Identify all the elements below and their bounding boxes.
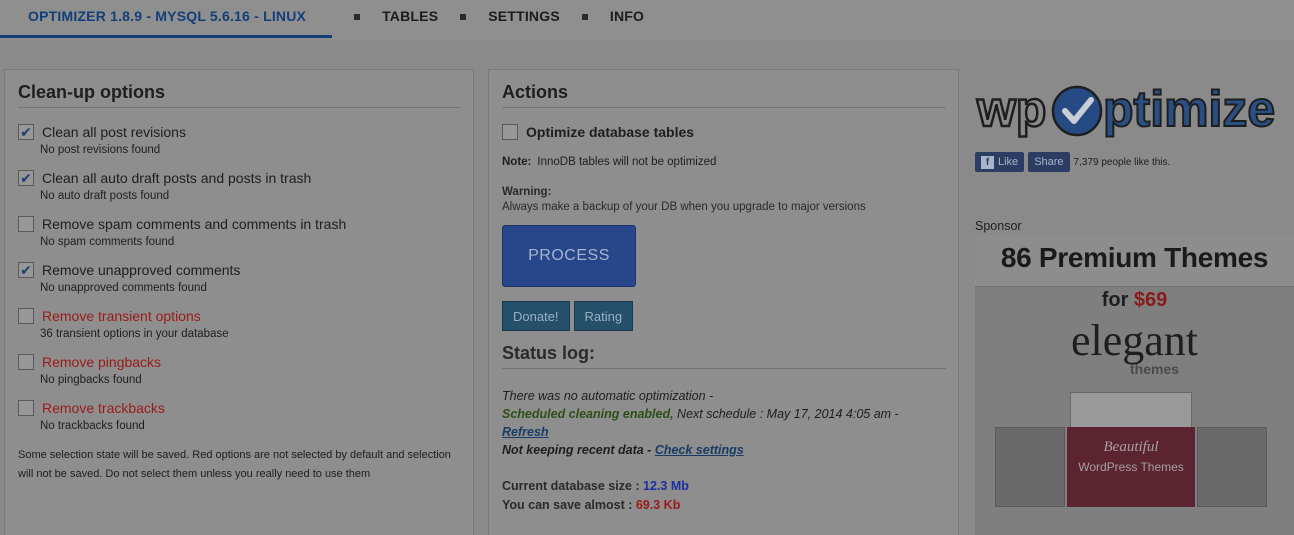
optimize-tables-label[interactable]: Optimize database tables <box>526 124 694 140</box>
option-spam-comments: Remove spam comments and comments in tra… <box>18 214 461 248</box>
note-label: Note: <box>502 156 532 168</box>
ad-price: $69 <box>1133 289 1168 311</box>
sponsor-ad[interactable]: 86 Premium Themes for $69 elegant themes… <box>975 236 1294 535</box>
checkbox-unapproved-comments[interactable]: ✔ <box>18 262 34 278</box>
nav-separator <box>581 14 588 20</box>
ad-banner-line1: Beautiful <box>1103 439 1159 455</box>
warning-text: Always make a backup of your DB when you… <box>502 201 866 213</box>
tab-settings[interactable]: SETTINGS <box>488 0 560 40</box>
db-size-label: Current database size : <box>502 479 644 493</box>
option-label[interactable]: Clean all post revisions <box>42 124 186 140</box>
option-status: No spam comments found <box>40 236 175 248</box>
note-text: InnoDB tables will not be optimized <box>537 156 717 168</box>
like-label: Like <box>998 156 1019 168</box>
checkbox-transient[interactable] <box>18 308 34 324</box>
checkbox-post-revisions[interactable]: ✔ <box>18 124 34 140</box>
checkbox-optimize-tables[interactable] <box>502 124 518 140</box>
wp-optimize-logo: wp ptimize <box>975 80 1276 138</box>
option-trackbacks: Remove trackbacks No trackbacks found <box>18 398 461 432</box>
option-auto-drafts: ✔ Clean all auto draft posts and posts i… <box>18 168 461 202</box>
tab-tables[interactable]: TABLES <box>382 0 438 40</box>
cleanup-options-list: ✔ Clean all post revisions No post revis… <box>18 122 461 432</box>
secondary-buttons: Donate! Rating <box>502 301 946 331</box>
process-button[interactable]: PROCESS <box>502 225 636 287</box>
option-label[interactable]: Remove trackbacks <box>42 400 165 416</box>
option-status: No auto draft posts found <box>40 190 170 202</box>
schedule-enabled: Scheduled cleaning enabled, <box>502 407 674 421</box>
checkbox-pingbacks[interactable] <box>18 354 34 370</box>
option-unapproved-comments: ✔ Remove unapproved comments No unapprov… <box>18 260 461 294</box>
option-status: No post revisions found <box>40 144 161 156</box>
actions-title: Actions <box>502 82 946 108</box>
logo-check-circle <box>1051 85 1103 137</box>
actions-panel: Actions Optimize database tables Note: In… <box>488 69 959 535</box>
next-schedule: Next schedule : May 17, 2014 4:05 am - <box>673 407 899 421</box>
check-settings-link[interactable]: Check settings <box>655 443 744 457</box>
ad-brand: elegant <box>1070 316 1199 365</box>
status-log-title: Status log: <box>502 343 946 369</box>
ad-for-text: for <box>1101 289 1134 311</box>
option-label[interactable]: Remove pingbacks <box>42 354 161 370</box>
checkbox-trackbacks[interactable] <box>18 400 34 416</box>
cleanup-panel: Clean-up options ✔ Clean all post revisi… <box>4 69 474 535</box>
ad-body: for $69 elegant themes Beautiful WordPre… <box>975 286 1294 535</box>
donate-button[interactable]: Donate! <box>502 301 570 331</box>
status-log: There was no automatic optimization - Sc… <box>502 387 946 459</box>
facebook-icon: f <box>981 155 994 169</box>
checkbox-auto-drafts[interactable]: ✔ <box>18 170 34 186</box>
option-label[interactable]: Remove transient options <box>42 308 201 324</box>
logo-optimize-text: ptimize <box>1103 81 1275 137</box>
facebook-share-button[interactable]: Share <box>1028 152 1070 172</box>
warning-label: Warning: <box>502 186 552 198</box>
option-status: No trackbacks found <box>40 420 145 432</box>
database-size-info: Current database size : 12.3 Mb You can … <box>502 477 946 515</box>
tab-optimizer[interactable]: OPTIMIZER 1.8.9 - MYSQL 5.6.16 - LINUX <box>0 0 333 38</box>
ad-banner-line2: WordPress Themes <box>1078 460 1184 474</box>
save-value: 69.3 Kb <box>635 498 681 512</box>
option-label[interactable]: Clean all auto draft posts and posts in … <box>42 170 311 186</box>
nav-separator <box>354 14 361 20</box>
option-status: No pingbacks found <box>40 374 142 386</box>
option-label[interactable]: Remove unapproved comments <box>42 262 240 278</box>
innodb-note: Note: InnoDB tables will not be optimized <box>502 156 946 168</box>
option-transient: Remove transient options 36 transient op… <box>18 306 461 340</box>
log-line-recent: Not keeping recent data - Check settings <box>502 441 946 459</box>
save-label: You can save almost : <box>502 498 636 512</box>
option-pingbacks: Remove pingbacks No pingbacks found <box>18 352 461 386</box>
selection-footnote: Some selection state will be saved. Red … <box>18 449 451 480</box>
tab-info[interactable]: INFO <box>610 0 644 40</box>
recent-data-text: Not keeping recent data - <box>502 443 655 457</box>
ad-theme-preview-right <box>1197 427 1267 507</box>
facebook-social: f Like Share 7,379 people like this. <box>975 152 1170 172</box>
facebook-like-button[interactable]: f Like <box>975 152 1025 172</box>
ad-theme-preview-top <box>1070 392 1192 432</box>
rating-button[interactable]: Rating <box>573 301 634 331</box>
option-post-revisions: ✔ Clean all post revisions No post revis… <box>18 122 461 156</box>
logo-wp-text: wp <box>976 81 1046 137</box>
option-label[interactable]: Remove spam comments and comments in tra… <box>42 216 346 232</box>
option-status: No unapproved comments found <box>40 282 207 294</box>
cleanup-title: Clean-up options <box>18 82 461 108</box>
log-line-schedule: Scheduled cleaning enabled, Next schedul… <box>502 405 946 423</box>
db-size-value: 12.3 Mb <box>643 479 689 493</box>
sponsor-label: Sponsor <box>975 219 1022 233</box>
top-nav: OPTIMIZER 1.8.9 - MYSQL 5.6.16 - LINUX T… <box>0 0 1294 40</box>
ad-brand-sub: themes <box>1130 361 1180 377</box>
refresh-link[interactable]: Refresh <box>502 425 549 439</box>
likes-count: 7,379 people like this. <box>1073 156 1171 168</box>
ad-price-line: for $69 <box>975 289 1294 312</box>
checkbox-spam-comments[interactable] <box>18 216 34 232</box>
option-status: 36 transient options in your database <box>40 328 229 340</box>
log-line-auto: There was no automatic optimization - <box>502 389 714 403</box>
ad-banner: Beautiful WordPress Themes <box>1067 427 1195 507</box>
nav-separator <box>460 14 467 20</box>
ad-theme-preview-left <box>995 427 1065 507</box>
optimize-tables-option: Optimize database tables <box>502 122 946 142</box>
ad-title: 86 Premium Themes <box>1000 242 1269 273</box>
